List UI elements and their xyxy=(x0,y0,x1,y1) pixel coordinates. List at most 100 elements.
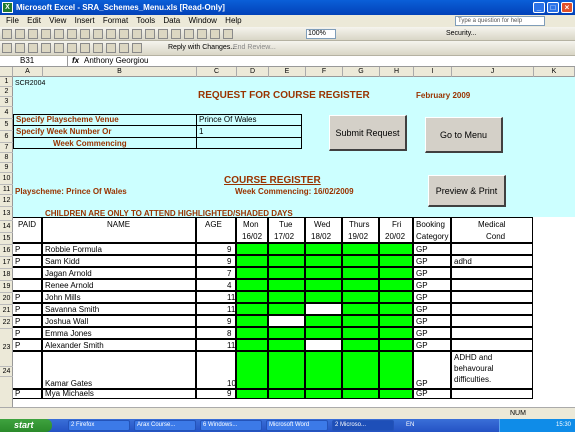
attendance-day-cell[interactable] xyxy=(268,327,305,339)
zoom-select[interactable]: 100% xyxy=(306,29,336,39)
cell[interactable] xyxy=(451,303,533,315)
column-header[interactable]: D xyxy=(237,67,269,77)
cell[interactable] xyxy=(451,267,533,279)
security-button[interactable]: Security... xyxy=(446,29,477,39)
row-header[interactable]: 8 xyxy=(0,153,13,163)
open-icon[interactable] xyxy=(15,29,25,39)
cell[interactable] xyxy=(451,339,533,351)
attendance-day-cell[interactable] xyxy=(236,351,268,389)
attendance-day-cell[interactable] xyxy=(236,327,268,339)
attendance-day-cell[interactable] xyxy=(379,279,413,291)
maximize-button[interactable]: □ xyxy=(547,2,559,13)
attendance-day-cell[interactable] xyxy=(305,327,342,339)
column-header[interactable]: B xyxy=(43,67,197,77)
cell[interactable] xyxy=(451,389,533,399)
row-header[interactable]: 22 xyxy=(0,317,13,329)
permission-icon[interactable] xyxy=(41,29,51,39)
menu-edit[interactable]: Edit xyxy=(27,16,41,25)
attendance-day-cell[interactable] xyxy=(268,267,305,279)
review5-icon[interactable] xyxy=(54,43,64,53)
attendance-day-cell[interactable] xyxy=(379,315,413,327)
attendance-day-cell[interactable] xyxy=(268,279,305,291)
row-header[interactable]: 3 xyxy=(0,97,13,107)
copy-icon[interactable] xyxy=(119,29,129,39)
attendance-day-cell[interactable] xyxy=(342,389,379,399)
attendance-day-cell[interactable] xyxy=(342,351,379,389)
menu-insert[interactable]: Insert xyxy=(75,16,95,25)
task-arax-course[interactable]: Arax Course... xyxy=(134,420,196,431)
attendance-day-cell[interactable] xyxy=(305,291,342,303)
row-header[interactable]: 19 xyxy=(0,281,13,293)
attendance-day-cell[interactable] xyxy=(236,339,268,351)
autosum-icon[interactable] xyxy=(184,29,194,39)
task-windows[interactable]: 6 Windows... xyxy=(200,420,262,431)
attendance-day-cell[interactable] xyxy=(305,267,342,279)
new-icon[interactable] xyxy=(2,29,12,39)
attendance-day-cell[interactable] xyxy=(379,351,413,389)
attendance-day-cell[interactable] xyxy=(268,389,305,399)
attendance-day-cell[interactable] xyxy=(236,279,268,291)
task-word[interactable]: Microsoft Word xyxy=(266,420,328,431)
review-icon[interactable] xyxy=(2,43,12,53)
chart-icon[interactable] xyxy=(223,29,233,39)
row-header[interactable]: 17 xyxy=(0,257,13,269)
cell[interactable] xyxy=(451,243,533,255)
email-icon[interactable] xyxy=(54,29,64,39)
preview-print-button[interactable]: Preview & Print xyxy=(428,175,506,207)
go-to-menu-button[interactable]: Go to Menu xyxy=(425,117,503,153)
attendance-day-cell[interactable] xyxy=(236,303,268,315)
cell[interactable] xyxy=(305,339,342,351)
fx-icon[interactable]: fx xyxy=(72,56,79,66)
attendance-day-cell[interactable] xyxy=(268,243,305,255)
attendance-day-cell[interactable] xyxy=(342,279,379,291)
select-all-corner[interactable] xyxy=(0,67,13,77)
redo-icon[interactable] xyxy=(158,29,168,39)
cell[interactable] xyxy=(13,351,42,389)
row-header[interactable]: 5 xyxy=(0,119,13,131)
attendance-day-cell[interactable] xyxy=(379,291,413,303)
close-button[interactable]: × xyxy=(561,2,573,13)
attendance-day-cell[interactable] xyxy=(236,291,268,303)
row-header[interactable]: 20 xyxy=(0,293,13,305)
attendance-day-cell[interactable] xyxy=(305,389,342,399)
attendance-day-cell[interactable] xyxy=(305,255,342,267)
cell[interactable] xyxy=(451,279,533,291)
attendance-day-cell[interactable] xyxy=(342,303,379,315)
row-header[interactable]: 7 xyxy=(0,143,13,153)
save-icon[interactable] xyxy=(28,29,38,39)
attendance-day-cell[interactable] xyxy=(305,351,342,389)
menu-view[interactable]: View xyxy=(49,16,66,25)
week-number-input[interactable]: 1 xyxy=(199,126,203,137)
row-header[interactable]: 6 xyxy=(0,131,13,143)
row-header[interactable]: 18 xyxy=(0,269,13,281)
row-header[interactable]: 14 xyxy=(0,221,13,233)
review11-icon[interactable] xyxy=(132,43,142,53)
attendance-day-cell[interactable] xyxy=(342,291,379,303)
menu-tools[interactable]: Tools xyxy=(136,16,155,25)
attendance-day-cell[interactable] xyxy=(342,339,379,351)
attendance-day-cell[interactable] xyxy=(268,339,305,351)
menu-help[interactable]: Help xyxy=(225,16,241,25)
cell[interactable] xyxy=(451,291,533,303)
attendance-day-cell[interactable] xyxy=(379,339,413,351)
attendance-day-cell[interactable] xyxy=(379,303,413,315)
sort-asc-icon[interactable] xyxy=(197,29,207,39)
attendance-day-cell[interactable] xyxy=(236,255,268,267)
menu-data[interactable]: Data xyxy=(163,16,180,25)
sort-desc-icon[interactable] xyxy=(210,29,220,39)
review9-icon[interactable] xyxy=(106,43,116,53)
row-header[interactable]: 24 xyxy=(0,367,13,377)
review4-icon[interactable] xyxy=(41,43,51,53)
preview-icon[interactable] xyxy=(80,29,90,39)
cell[interactable] xyxy=(268,315,305,327)
row-header[interactable]: 16 xyxy=(0,245,13,257)
name-box[interactable]: B31 xyxy=(0,56,68,67)
attendance-day-cell[interactable] xyxy=(342,327,379,339)
attendance-day-cell[interactable] xyxy=(305,243,342,255)
row-header[interactable]: 4 xyxy=(0,107,13,119)
venue-input[interactable]: Prince Of Wales xyxy=(199,114,257,125)
column-header[interactable]: G xyxy=(343,67,380,77)
menu-format[interactable]: Format xyxy=(103,16,128,25)
row-header[interactable]: 12 xyxy=(0,195,13,207)
review2-icon[interactable] xyxy=(15,43,25,53)
